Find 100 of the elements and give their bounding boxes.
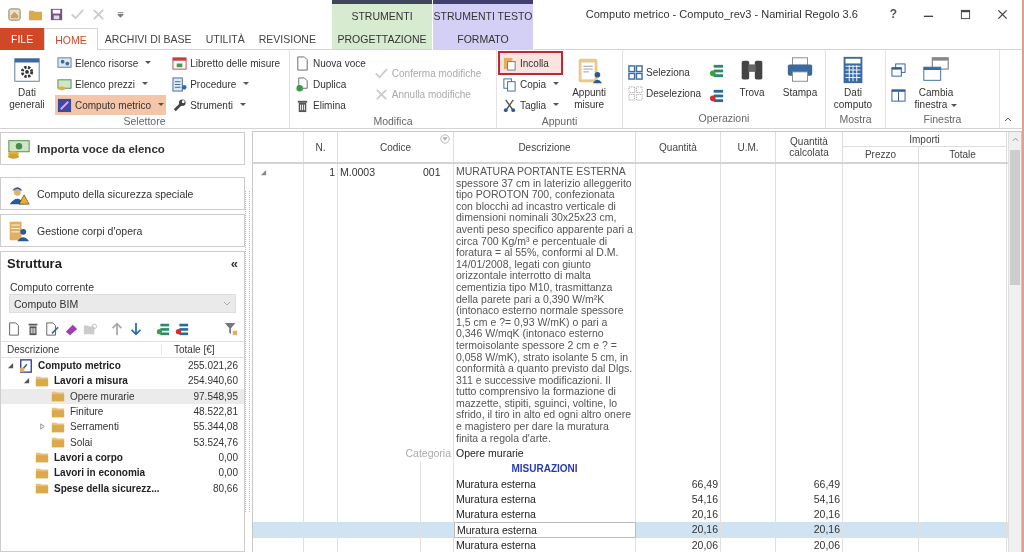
- ribbon-button[interactable]: Dati generali: [3, 53, 51, 115]
- expanded-arrow-icon[interactable]: [260, 169, 267, 176]
- table-cell: 001: [421, 164, 454, 446]
- ribbon-button[interactable]: Elenco prezzi: [55, 74, 167, 94]
- column-header[interactable]: N.: [304, 132, 338, 162]
- panel-button[interactable]: Gestione corpi d'opera: [0, 214, 245, 247]
- context-tab-header: STRUMENTI TESTO: [433, 0, 533, 28]
- building-worker-icon: [7, 219, 31, 242]
- ribbon-tab[interactable]: REVISIONE: [251, 28, 323, 50]
- ribbon-button[interactable]: Duplica: [293, 74, 368, 94]
- eraser-icon[interactable]: [64, 322, 78, 336]
- close-icon[interactable]: [997, 8, 1008, 20]
- section-label: MISURAZIONI: [454, 461, 636, 478]
- ribbon-button[interactable]: Incolla: [500, 53, 562, 73]
- ribbon-button[interactable]: Elenco risorse: [55, 53, 167, 73]
- ribbon-button[interactable]: Stampa: [778, 53, 822, 112]
- ribbon-button[interactable]: Copia: [500, 74, 562, 94]
- tree-item[interactable]: Opere murarie 97.548,95: [1, 388, 244, 404]
- table-cell: 1: [304, 164, 338, 446]
- column-header[interactable]: Totale [€]: [162, 344, 244, 355]
- table-cell: Muratura esterna: [454, 492, 636, 508]
- computo-dropdown[interactable]: Computo BIM: [9, 294, 236, 313]
- column-header[interactable]: Quantità: [636, 132, 721, 162]
- scrollbar[interactable]: [1008, 132, 1021, 552]
- ribbon-tab[interactable]: UTILITÀ: [198, 28, 252, 50]
- ribbon-tab[interactable]: ARCHIVI DI BASE: [97, 28, 199, 50]
- tree-item[interactable]: Solai 53.524,76: [1, 434, 244, 450]
- table-row[interactable]: Muratura esterna 20,16 20,16: [253, 522, 1008, 539]
- tree-item[interactable]: Finiture 48.522,81: [1, 403, 244, 420]
- column-header[interactable]: Descrizione: [454, 132, 636, 162]
- folder-icon: [34, 481, 50, 495]
- check-icon[interactable]: [70, 6, 85, 22]
- ribbon-button[interactable]: Deseleziona: [626, 83, 704, 103]
- table-cell: 20,16: [636, 522, 721, 539]
- expanded-arrow-icon[interactable]: [7, 362, 14, 370]
- panel-button[interactable]: Computo della sicurezza speciale: [0, 177, 245, 210]
- settings-icon: [12, 55, 42, 85]
- table-cell: Muratura esterna: [454, 477, 636, 493]
- tree-item[interactable]: Computo metrico 255.021,26: [1, 358, 244, 374]
- scroll-thumb[interactable]: [1010, 150, 1020, 285]
- collapse-ribbon-icon[interactable]: [1004, 117, 1012, 122]
- tree-item[interactable]: Spese della sicurezz... 80,66: [1, 480, 244, 496]
- column-header[interactable]: U.M.: [721, 132, 776, 162]
- filter-icon[interactable]: [224, 322, 238, 336]
- tree-item[interactable]: Lavori a misura 254.940,60: [1, 373, 244, 389]
- collapsed-arrow-icon[interactable]: [39, 423, 46, 431]
- ribbon-tab[interactable]: FILE: [0, 28, 45, 50]
- document-icon[interactable]: [7, 322, 21, 336]
- ribbon-tab[interactable]: HOME: [44, 28, 98, 50]
- trash-icon[interactable]: [26, 322, 40, 336]
- column-header[interactable]: Descrizione: [1, 344, 162, 355]
- chevron-down-icon: [223, 301, 231, 306]
- group-label: Selettore: [122, 115, 167, 129]
- tree-icon[interactable]: [175, 322, 189, 336]
- save-icon[interactable]: [49, 6, 64, 22]
- home-icon[interactable]: [7, 6, 22, 22]
- ribbon-tab[interactable]: FORMATO: [433, 28, 533, 50]
- ribbon-button[interactable]: Appunti misure: [565, 53, 614, 115]
- table-row[interactable]: Muratura esterna 66,49 66,49: [253, 477, 1008, 493]
- money-icon: [7, 137, 31, 160]
- table-row[interactable]: Muratura esterna 20,06 20,06: [253, 538, 1008, 552]
- list-icon: [172, 76, 188, 92]
- collapse-button[interactable]: «: [230, 256, 238, 271]
- table-row[interactable]: Muratura esterna 54,16 54,16: [253, 492, 1008, 508]
- ribbon-button[interactable]: Elimina: [293, 95, 368, 115]
- ribbon-tab[interactable]: PROGETTAZIONE: [332, 28, 432, 50]
- column-header[interactable]: Quantità calcolata: [776, 132, 843, 162]
- table-cell-text: M.0003: [339, 165, 377, 180]
- column-header[interactable]: Totale: [919, 147, 1007, 162]
- tree-item[interactable]: Lavori a corpo 0,00: [1, 449, 244, 466]
- ribbon-button[interactable]: Nuova voce: [293, 53, 368, 73]
- table-cell: 54,16: [636, 492, 721, 508]
- panel-button[interactable]: Importa voce da elenco: [0, 132, 245, 165]
- tree-item[interactable]: Lavori in economia 0,00: [1, 465, 244, 481]
- folder-icon: [50, 435, 66, 450]
- duplicate-icon: [295, 76, 310, 92]
- tree-icon[interactable]: [156, 322, 170, 336]
- ribbon-button[interactable]: Seleziona: [626, 62, 704, 82]
- down-arrow-icon[interactable]: [129, 322, 143, 336]
- expanded-arrow-icon[interactable]: [23, 377, 30, 385]
- edit-document-icon[interactable]: [45, 322, 59, 336]
- up-arrow-icon[interactable]: [110, 322, 124, 336]
- ribbon-button[interactable]: Libretto delle misure: [170, 53, 283, 73]
- printer-icon: [785, 55, 815, 85]
- maximize-icon[interactable]: [960, 8, 971, 20]
- ribbon-button[interactable]: Strumenti: [170, 95, 283, 115]
- ribbon-button[interactable]: Computo metrico: [55, 95, 167, 115]
- ribbon-button[interactable]: Procedure: [170, 74, 283, 94]
- ribbon-button[interactable]: Trova: [730, 53, 774, 112]
- column-header[interactable]: Prezzo: [843, 147, 919, 162]
- ribbon-button[interactable]: Dati computo: [829, 53, 877, 113]
- tree-item[interactable]: Serramenti 55.344,08: [1, 419, 244, 435]
- ribbon-button[interactable]: Taglia: [500, 95, 562, 115]
- column-header[interactable]: Codice: [338, 132, 454, 162]
- folder-icon: [34, 450, 50, 465]
- ribbon-button[interactable]: Cambia finestra: [912, 53, 960, 113]
- customize-icon[interactable]: [116, 9, 125, 19]
- help-button[interactable]: ?: [889, 7, 897, 21]
- document-icon: [295, 55, 310, 71]
- table-cell: Categoria: [338, 445, 454, 462]
